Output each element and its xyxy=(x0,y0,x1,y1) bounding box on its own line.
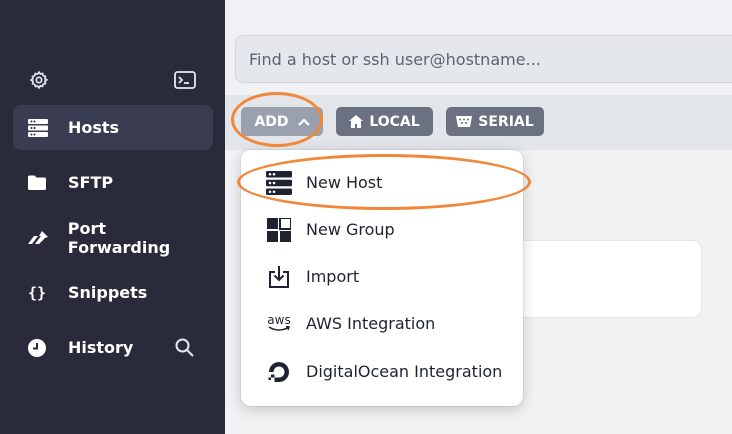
menu-item-digitalocean-integration[interactable]: DigitalOcean Integration xyxy=(241,348,523,395)
sidebar-item-sftp[interactable]: SFTP xyxy=(13,160,213,205)
search-icon[interactable] xyxy=(175,338,194,361)
sidebar-item-snippets[interactable]: {} Snippets xyxy=(13,270,213,315)
local-button-label: LOCAL xyxy=(369,113,420,130)
group-icon xyxy=(265,216,293,244)
menu-item-aws-integration[interactable]: aws AWS Integration xyxy=(241,300,523,347)
chevron-up-icon xyxy=(297,117,310,126)
menu-item-label: New Host xyxy=(306,173,383,192)
server-icon xyxy=(28,118,56,137)
import-icon xyxy=(265,263,293,291)
search-input[interactable]: Find a host or ssh user@hostname... xyxy=(235,35,732,83)
clock-icon xyxy=(28,338,56,357)
add-button[interactable]: ADD xyxy=(241,107,323,136)
sidebar-item-label: Port Forwarding xyxy=(67,218,171,257)
menu-item-label: New Group xyxy=(306,220,395,239)
port-forwarding-icon xyxy=(28,230,56,246)
add-button-label: ADD xyxy=(254,113,289,130)
serial-button-label: SERIAL xyxy=(478,113,534,130)
menu-item-import[interactable]: Import xyxy=(241,253,523,300)
serial-button[interactable]: SERIAL xyxy=(446,107,544,136)
sidebar-item-label: Hosts xyxy=(68,118,120,137)
menu-item-new-group[interactable]: New Group xyxy=(241,206,523,253)
sidebar: Hosts SFTP Port Forwarding {} Snippets H… xyxy=(0,0,225,434)
sidebar-item-history[interactable]: History xyxy=(13,325,213,370)
add-dropdown-menu: New Host New Group Import aws AWS Integr… xyxy=(241,150,523,406)
menu-item-new-host[interactable]: New Host xyxy=(241,159,523,206)
sidebar-item-label: SFTP xyxy=(68,173,114,192)
digitalocean-icon xyxy=(265,358,293,386)
sidebar-item-label: History xyxy=(68,338,134,357)
braces-icon: {} xyxy=(28,283,47,302)
terminal-icon[interactable] xyxy=(174,70,196,94)
sidebar-item-hosts[interactable]: Hosts xyxy=(13,105,213,150)
top-bar: Find a host or ssh user@hostname... xyxy=(225,0,732,95)
menu-item-label: Import xyxy=(306,267,360,286)
sidebar-item-port-forwarding[interactable]: Port Forwarding xyxy=(13,215,213,260)
gear-icon[interactable] xyxy=(29,70,49,94)
folder-icon xyxy=(28,175,56,190)
aws-icon: aws xyxy=(265,310,293,338)
search-placeholder: Find a host or ssh user@hostname... xyxy=(249,49,541,69)
serial-port-icon xyxy=(456,116,473,127)
sidebar-item-label: Snippets xyxy=(68,283,148,302)
server-icon xyxy=(265,169,293,197)
home-icon xyxy=(349,115,364,128)
local-terminal-button[interactable]: LOCAL xyxy=(336,107,433,136)
menu-item-label: AWS Integration xyxy=(306,314,436,333)
menu-item-label: DigitalOcean Integration xyxy=(306,362,503,381)
